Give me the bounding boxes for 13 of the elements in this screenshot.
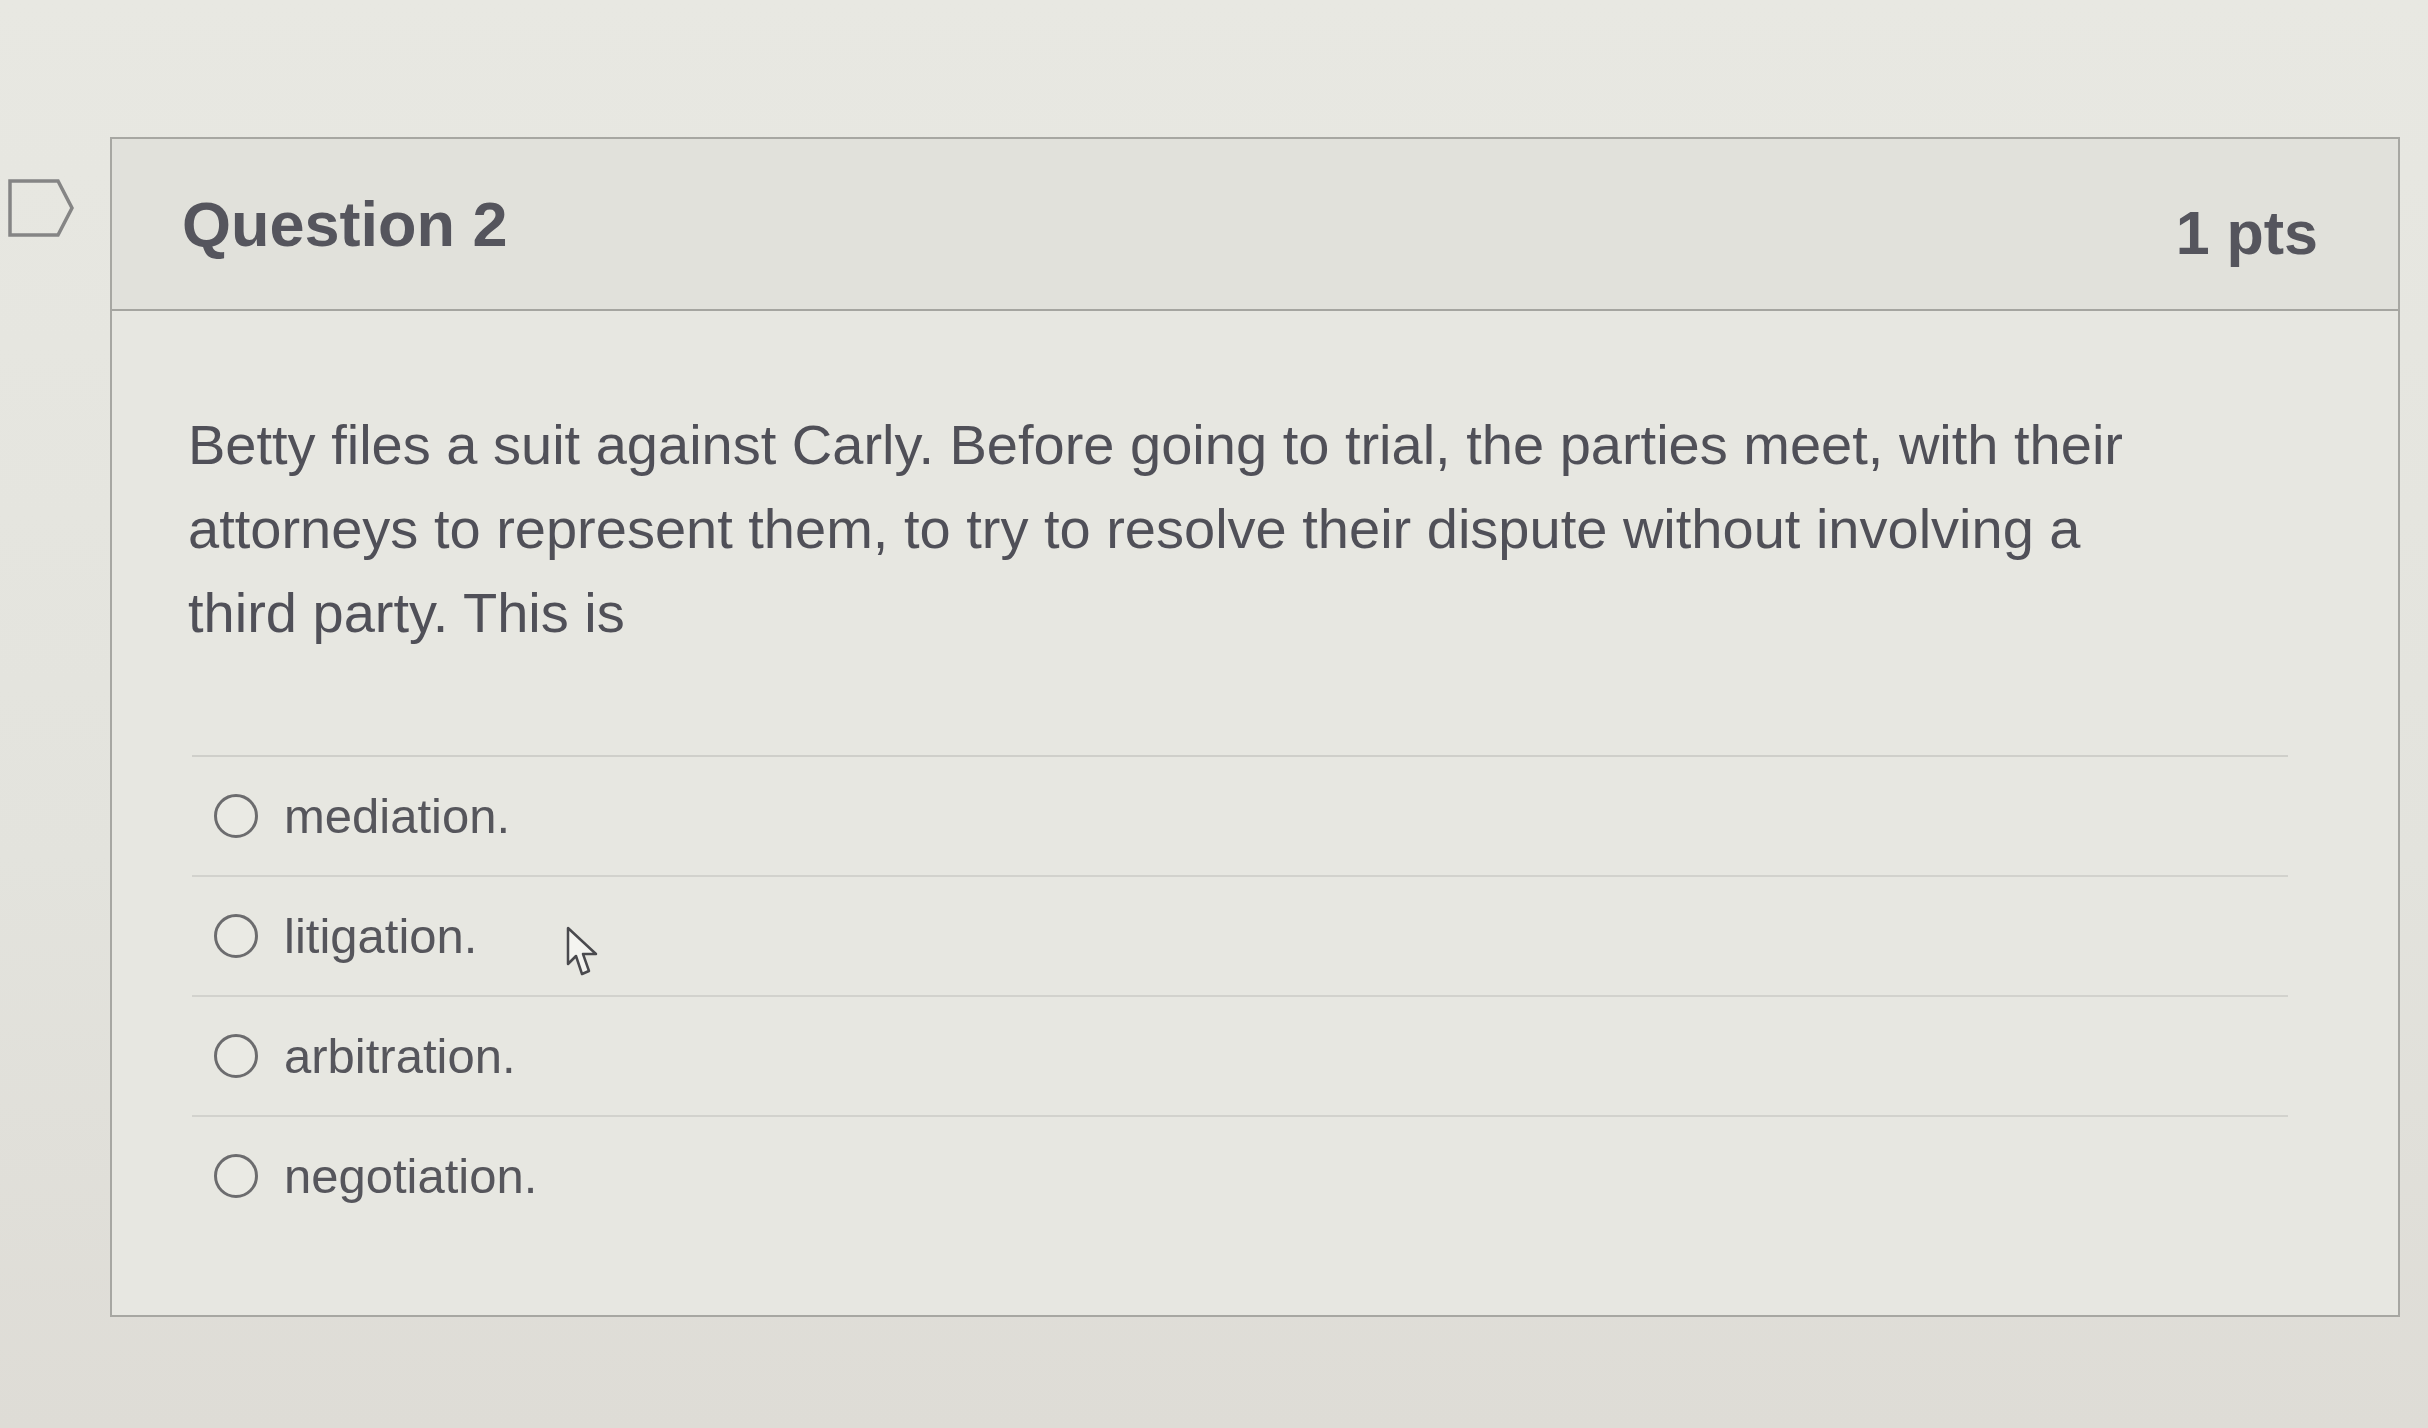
radio-button[interactable] — [214, 914, 258, 958]
question-title: Question 2 — [182, 188, 508, 260]
answer-label[interactable]: arbitration. — [284, 1028, 516, 1084]
flag-icon[interactable] — [8, 179, 74, 237]
answer-label[interactable]: mediation. — [284, 788, 511, 844]
radio-button[interactable] — [214, 1034, 258, 1078]
points-label: 1 pts — [2175, 198, 2318, 268]
cursor-icon — [566, 926, 600, 978]
radio-button[interactable] — [214, 794, 258, 838]
answer-label[interactable]: litigation. — [284, 908, 478, 964]
answer-label[interactable]: negotiation. — [284, 1148, 538, 1204]
radio-button[interactable] — [214, 1154, 258, 1198]
question-text: Betty files a suit against Carly. Before going to trial, the parties meet, with their attorneys to represent them, to try to resolve their dispute without involving a third party. This is — [188, 412, 2124, 646]
